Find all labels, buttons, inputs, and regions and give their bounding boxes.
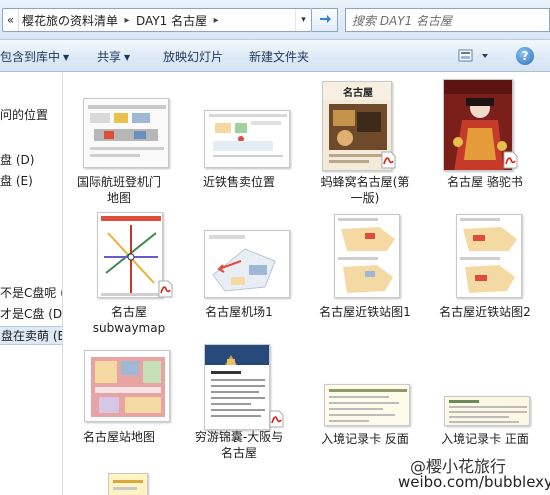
breadcrumb-separator-icon[interactable]: ▸	[210, 15, 222, 26]
chevron-down-icon: ▼	[63, 53, 70, 62]
pdf-icon	[269, 410, 284, 428]
file-item[interactable]: 国际航班登机门 地图	[64, 73, 174, 213]
chevron-down-icon: ▼	[124, 53, 131, 62]
share-button[interactable]: 共享 ▼	[97, 48, 130, 65]
new-folder-button[interactable]: 新建文件夹	[249, 48, 309, 65]
include-in-library-button[interactable]: 包含到库中 ▼	[0, 48, 69, 65]
file-item[interactable]: 名古屋 骆驼书	[430, 73, 540, 213]
breadcrumb-item-current[interactable]: DAY1 名古屋	[133, 12, 210, 29]
file-item[interactable]: 名古屋机场1	[184, 210, 294, 340]
file-name: 名古屋 骆驼书	[447, 175, 523, 189]
file-name: 名古屋近铁站图1	[319, 305, 411, 319]
file-thumbnail	[334, 214, 400, 298]
pdf-icon	[381, 151, 396, 169]
nav-item-network-drive-2[interactable]: 才是C盘 (D:)	[0, 305, 62, 322]
file-item[interactable]: 名古屋 subwaymap	[64, 210, 174, 340]
change-view-button[interactable]	[458, 48, 492, 67]
include-in-library-label: 包含到库中	[0, 50, 61, 64]
file-item[interactable]: 入境记录卡 正面	[430, 340, 540, 450]
pdf-icon	[158, 280, 173, 298]
svg-text:名古屋: 名古屋	[343, 86, 373, 99]
pdf-icon	[503, 151, 518, 169]
slideshow-button[interactable]: 放映幻灯片	[163, 48, 223, 65]
file-name: 近铁售卖位置	[202, 175, 275, 189]
file-name: 入境记录卡 正面	[441, 432, 529, 446]
refresh-button[interactable]	[312, 8, 338, 32]
file-item[interactable]: 名古屋近铁站图1	[310, 210, 420, 340]
breadcrumb-separator-icon[interactable]: ▸	[121, 15, 133, 26]
file-thumbnail	[324, 384, 410, 426]
file-thumbnail	[84, 350, 170, 422]
file-item[interactable]: 穷游锦囊-大阪与 名古屋	[184, 340, 294, 470]
address-overflow-button[interactable]: «	[3, 9, 19, 31]
file-item[interactable]: 近铁售卖位置	[184, 73, 294, 213]
file-item[interactable]: 名古屋近铁站图2	[430, 210, 540, 340]
file-thumbnail	[444, 396, 530, 426]
file-item[interactable]: 名古屋站地图	[64, 340, 174, 450]
file-thumbnail-partial[interactable]	[108, 473, 148, 495]
breadcrumb-item-parent[interactable]: 樱花旅の资料清单	[19, 12, 121, 29]
nav-item-drive-e[interactable]: 盘 (E)	[0, 172, 33, 189]
file-thumbnail	[97, 212, 163, 298]
file-name: 穷游锦囊-大阪与 名古屋	[194, 430, 284, 460]
file-name: 国际航班登机门 地图	[76, 175, 161, 205]
file-thumbnail	[204, 110, 290, 168]
file-thumbnail	[204, 344, 270, 430]
nav-item-network-drive-1[interactable]: 不是C盘呢 (	[0, 284, 62, 301]
file-name: 名古屋近铁站图2	[439, 305, 531, 319]
file-thumbnail	[204, 230, 290, 298]
nav-item-network-drive-3[interactable]: 盘在卖萌 (E:)	[0, 326, 62, 345]
nav-item-drive-d[interactable]: 盘 (D)	[0, 151, 34, 168]
share-label: 共享	[97, 50, 122, 64]
file-item[interactable]: 名古屋 蚂蜂窝名古屋(第 一版)	[310, 73, 420, 213]
refresh-icon	[319, 15, 331, 23]
nav-item-recent-places[interactable]: 问的位置	[0, 106, 48, 123]
help-button[interactable]: ?	[516, 47, 534, 65]
file-thumbnail	[83, 98, 169, 168]
address-bar[interactable]: « 樱花旅の资料清单 ▸ DAY1 名古屋 ▸ ▾	[2, 8, 312, 32]
file-name: 名古屋 subwaymap	[92, 305, 166, 335]
file-name: 入境记录卡 反面	[321, 432, 409, 446]
file-item[interactable]: 入境记录卡 反面	[310, 340, 420, 450]
watermark-url: weibo.com/bubblexyd	[398, 473, 550, 491]
view-icon	[458, 49, 488, 62]
search-placeholder: 搜索 DAY1 名古屋	[352, 13, 453, 28]
command-bar: 包含到库中 ▼ 共享 ▼ 放映幻灯片 新建文件夹 ?	[0, 40, 550, 72]
address-bar-row: « 樱花旅の资料清单 ▸ DAY1 名古屋 ▸ ▾ 搜索 DAY1 名古屋	[0, 0, 550, 40]
search-input[interactable]: 搜索 DAY1 名古屋	[345, 8, 550, 32]
file-name: 名古屋站地图	[82, 430, 155, 444]
file-name: 蚂蜂窝名古屋(第 一版)	[320, 175, 410, 205]
address-history-dropdown[interactable]: ▾	[295, 9, 311, 31]
file-name: 名古屋机场1	[205, 305, 273, 319]
navigation-pane: 问的位置 盘 (D) 盘 (E) 不是C盘呢 ( 才是C盘 (D:) 盘在卖萌 …	[0, 73, 63, 495]
file-list: 国际航班登机门 地图 近铁售卖位置 名古屋 蚂蜂窝名古屋(第 一版) 名古屋 骆…	[64, 73, 550, 495]
file-thumbnail	[456, 214, 522, 298]
